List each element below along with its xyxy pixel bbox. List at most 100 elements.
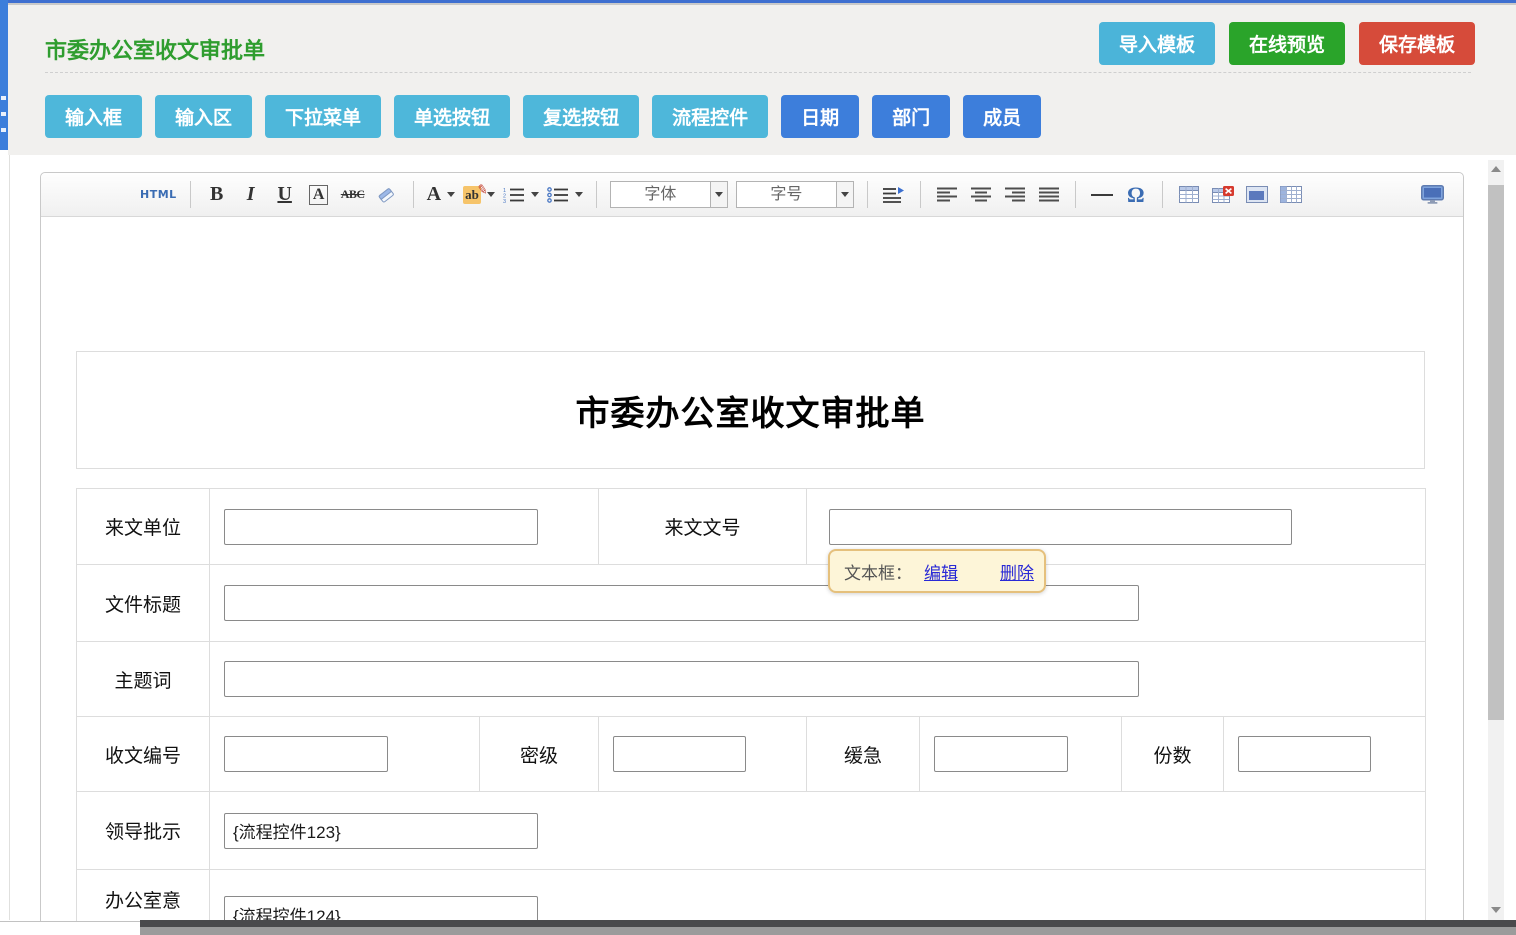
urgency-label: 缓急 <box>807 717 920 792</box>
align-left-icon <box>937 187 957 202</box>
underline-button[interactable]: U <box>272 180 298 210</box>
copies-input[interactable] <box>1238 736 1371 772</box>
ordered-list-icon: 1 2 3 <box>503 187 525 203</box>
scroll-up-button[interactable] <box>1488 160 1504 177</box>
delete-table-button[interactable] <box>1210 180 1236 210</box>
insert-table-button[interactable] <box>1176 180 1202 210</box>
font-family-dropdown-button[interactable] <box>710 182 727 207</box>
align-center-icon <box>971 187 991 202</box>
form-title-cell: 市委办公室收文审批单 <box>76 351 1425 469</box>
source-unit-input[interactable] <box>224 509 538 545</box>
special-character-button[interactable]: Ω <box>1123 180 1149 210</box>
indent-icon <box>883 187 905 203</box>
cell-properties-icon <box>1246 186 1268 203</box>
indent-button[interactable] <box>881 180 907 210</box>
html-source-button[interactable]: HTML <box>140 180 177 210</box>
leader-remarks-label: 领导批示 <box>77 792 210 870</box>
align-right-icon <box>1005 187 1025 202</box>
editor-toolbar: HTML B I U A ABC A <box>41 173 1463 217</box>
arrow-up-icon <box>1491 166 1501 172</box>
toolbar-separator <box>1162 181 1163 208</box>
subject-label: 主题词 <box>77 642 210 717</box>
save-template-button[interactable]: 保存模板 <box>1359 22 1475 65</box>
tooltip-label: 文本框： <box>844 559 912 584</box>
italic-button[interactable]: I <box>238 180 264 210</box>
table-row: 文件标题 <box>77 565 1426 642</box>
page-header: 市委办公室收文审批单 导入模板 在线预览 保存模板 输入框 输入区 下拉菜单 单… <box>8 5 1516 155</box>
highlight-color-button[interactable]: ab ✎ <box>463 180 495 210</box>
font-color-button[interactable]: A <box>427 180 455 210</box>
delete-field-link[interactable]: 删除 <box>1000 559 1034 584</box>
field-action-tooltip: 文本框： 编辑 删除 <box>828 549 1046 593</box>
app-window: 市委办公室收文审批单 导入模板 在线预览 保存模板 输入框 输入区 下拉菜单 单… <box>0 0 1516 935</box>
source-unit-label: 来文单位 <box>77 489 210 565</box>
ordered-list-button[interactable]: 1 2 3 <box>503 180 539 210</box>
scroll-down-button[interactable] <box>1488 901 1504 918</box>
monitor-icon <box>1421 185 1444 204</box>
chevron-down-icon <box>447 192 455 197</box>
subject-input[interactable] <box>224 661 1139 697</box>
horizontal-rule-icon <box>1091 194 1113 196</box>
table-cells-button[interactable] <box>1278 180 1304 210</box>
toolbar-separator <box>596 181 597 208</box>
eraser-icon[interactable] <box>374 180 400 210</box>
import-template-button[interactable]: 导入模板 <box>1099 22 1215 65</box>
align-right-button[interactable] <box>1002 180 1028 210</box>
doc-no-input[interactable] <box>829 509 1292 545</box>
window-bottom-left-edge <box>0 921 140 935</box>
rich-text-editor: HTML B I U A ABC A <box>40 172 1464 935</box>
arrow-down-icon <box>1491 907 1501 913</box>
page-title: 市委办公室收文审批单 <box>45 33 265 65</box>
urgency-input[interactable] <box>934 736 1068 772</box>
font-size-select[interactable]: 字号 <box>736 181 854 208</box>
chevron-down-icon <box>531 192 539 197</box>
action-button-group: 导入模板 在线预览 保存模板 <box>1099 22 1475 65</box>
border-text-button[interactable]: A <box>306 180 332 210</box>
secrecy-input[interactable] <box>613 736 746 772</box>
add-date-button[interactable]: 日期 <box>781 95 859 138</box>
align-center-button[interactable] <box>968 180 994 210</box>
align-justify-button[interactable] <box>1036 180 1062 210</box>
svg-text:3: 3 <box>503 199 506 203</box>
chevron-down-icon <box>715 192 723 197</box>
align-left-button[interactable] <box>934 180 960 210</box>
window-bottom-edge <box>140 920 1516 935</box>
receipt-no-label: 收文编号 <box>77 717 210 792</box>
toolbar-separator <box>867 181 868 208</box>
add-member-button[interactable]: 成员 <box>963 95 1041 138</box>
font-size-dropdown-button[interactable] <box>836 182 853 207</box>
font-family-select[interactable]: 字体 <box>610 181 728 208</box>
fullscreen-button[interactable] <box>1419 180 1445 210</box>
horizontal-rule-button[interactable] <box>1089 180 1115 210</box>
toolbar-separator <box>1075 181 1076 208</box>
add-dropdown-button[interactable]: 下拉菜单 <box>265 95 381 138</box>
add-radio-button[interactable]: 单选按钮 <box>394 95 510 138</box>
component-button-row: 输入框 输入区 下拉菜单 单选按钮 复选按钮 流程控件 日期 部门 成员 <box>45 95 1041 138</box>
background-window-fragment <box>0 0 8 150</box>
delete-table-icon <box>1212 186 1234 203</box>
add-input-box-button[interactable]: 输入框 <box>45 95 142 138</box>
chevron-down-icon <box>487 192 495 197</box>
doc-no-label: 来文文号 <box>599 489 807 565</box>
bullet-list-button[interactable] <box>547 180 583 210</box>
secrecy-label: 密级 <box>480 717 599 792</box>
bold-button[interactable]: B <box>204 180 230 210</box>
cell-properties-button[interactable] <box>1244 180 1270 210</box>
scrollbar-thumb[interactable] <box>1488 185 1504 720</box>
add-textarea-button[interactable]: 输入区 <box>155 95 252 138</box>
add-flow-control-button[interactable]: 流程控件 <box>652 95 768 138</box>
edit-field-link[interactable]: 编辑 <box>924 559 958 584</box>
receipt-no-input[interactable] <box>224 736 388 772</box>
leader-remarks-input[interactable] <box>224 813 538 849</box>
vertical-scrollbar[interactable] <box>1488 160 1504 920</box>
add-checkbox-button[interactable]: 复选按钮 <box>523 95 639 138</box>
strikethrough-button[interactable]: ABC <box>340 180 366 210</box>
chevron-down-icon <box>575 192 583 197</box>
chevron-down-icon <box>841 192 849 197</box>
doc-title-label: 文件标题 <box>77 565 210 642</box>
toolbar-separator <box>920 181 921 208</box>
editor-content[interactable]: 市委办公室收文审批单 来文单位 来文文号 文件标题 主 <box>41 217 1463 935</box>
add-department-button[interactable]: 部门 <box>872 95 950 138</box>
table-row: 领导批示 <box>77 792 1426 870</box>
online-preview-button[interactable]: 在线预览 <box>1229 22 1345 65</box>
